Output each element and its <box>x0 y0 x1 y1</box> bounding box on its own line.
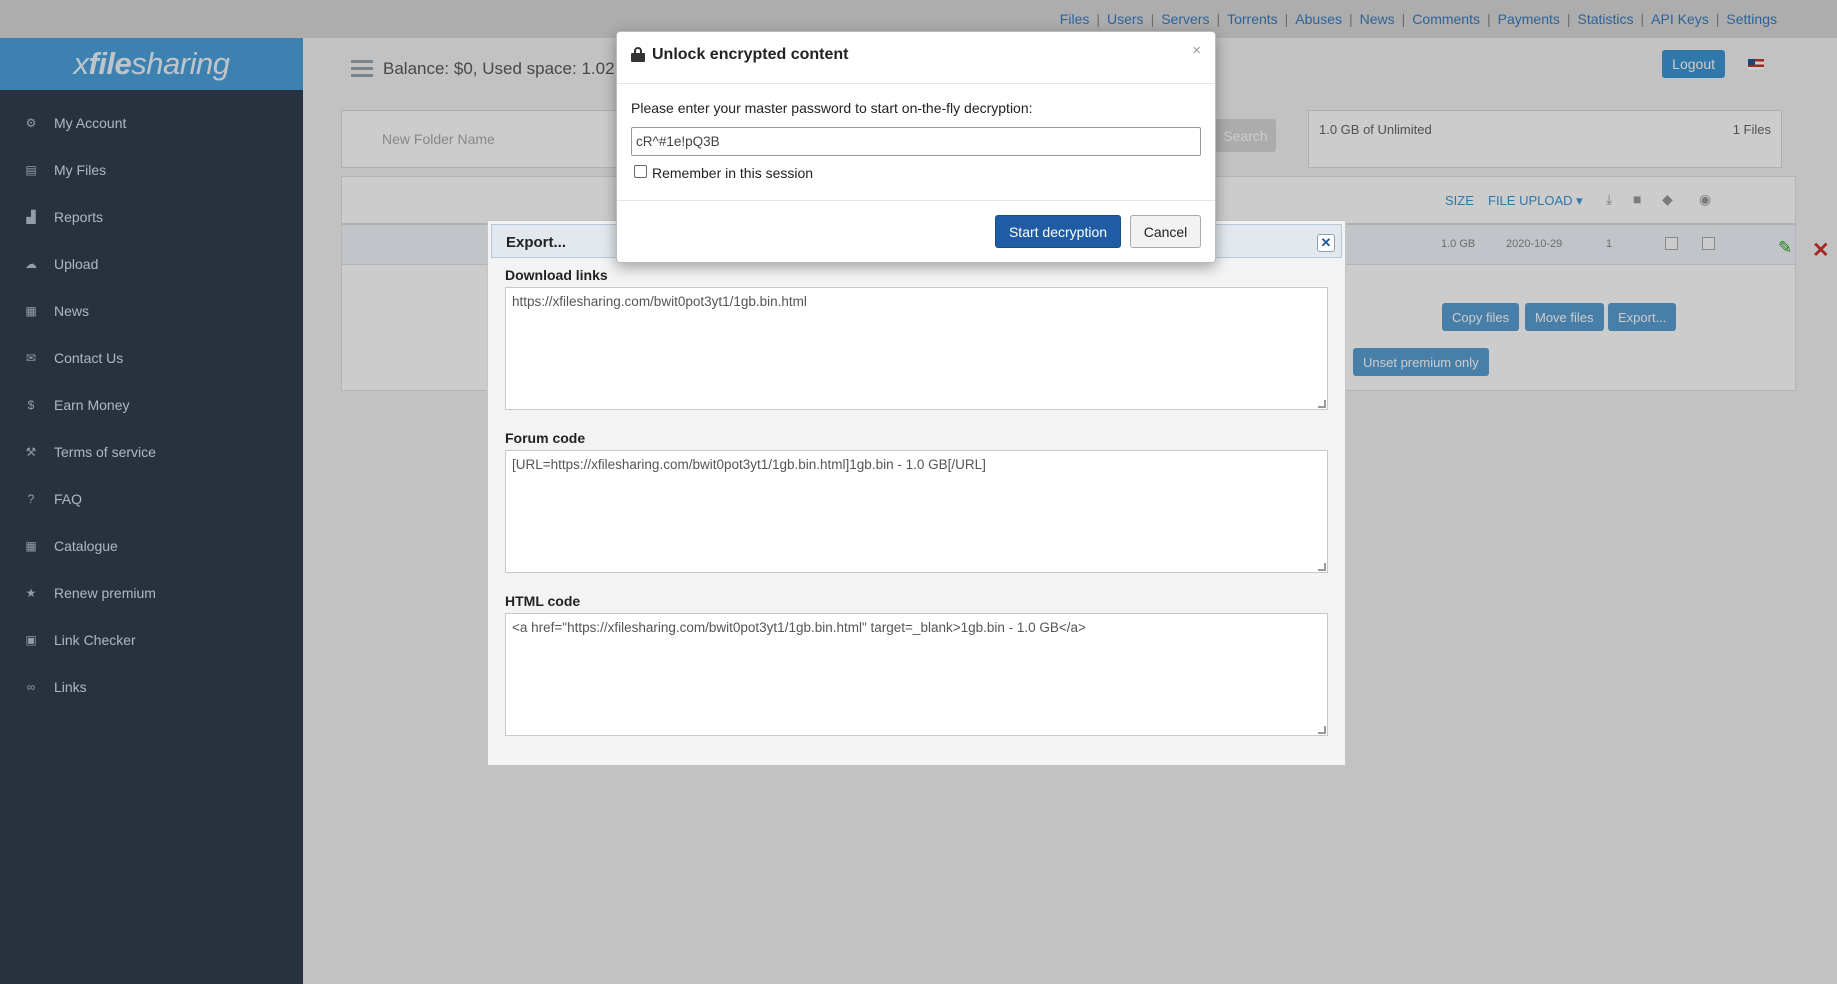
export-dialog-title: Export... <box>506 234 567 251</box>
password-prompt: Please enter your master password to sta… <box>631 100 1033 116</box>
forum-code-value: [URL=https://xfilesharing.com/bwit0pot3y… <box>512 457 986 472</box>
resize-handle-icon[interactable] <box>1318 400 1326 408</box>
forum-code-textarea[interactable]: [URL=https://xfilesharing.com/bwit0pot3y… <box>505 450 1328 573</box>
download-links-label: Download links <box>505 267 608 283</box>
master-password-input[interactable]: cR^#1e!pQ3B <box>631 127 1201 156</box>
resize-handle-icon[interactable] <box>1318 563 1326 571</box>
remember-session-checkbox[interactable] <box>634 165 647 178</box>
modal-title: Unlock encrypted content <box>652 46 849 63</box>
export-dialog: Export... ✕ Download links https://xfile… <box>487 220 1346 766</box>
modal-header: Unlock encrypted content × <box>617 32 1215 84</box>
download-links-value: https://xfilesharing.com/bwit0pot3yt1/1g… <box>512 294 807 309</box>
close-icon[interactable]: × <box>1192 42 1201 59</box>
unlock-modal: Unlock encrypted content × Please enter … <box>616 31 1216 263</box>
html-code-value: <a href="https://xfilesharing.com/bwit0p… <box>512 620 1086 635</box>
download-links-textarea[interactable]: https://xfilesharing.com/bwit0pot3yt1/1g… <box>505 287 1328 410</box>
close-icon[interactable]: ✕ <box>1317 234 1335 252</box>
modal-footer-divider <box>617 200 1215 201</box>
lock-icon <box>631 47 645 62</box>
cancel-button[interactable]: Cancel <box>1130 215 1201 248</box>
html-code-label: HTML code <box>505 593 581 609</box>
forum-code-label: Forum code <box>505 430 586 446</box>
resize-handle-icon[interactable] <box>1318 726 1326 734</box>
start-decryption-button[interactable]: Start decryption <box>995 215 1121 248</box>
html-code-textarea[interactable]: <a href="https://xfilesharing.com/bwit0p… <box>505 613 1328 736</box>
remember-session-label[interactable]: Remember in this session <box>652 165 813 181</box>
